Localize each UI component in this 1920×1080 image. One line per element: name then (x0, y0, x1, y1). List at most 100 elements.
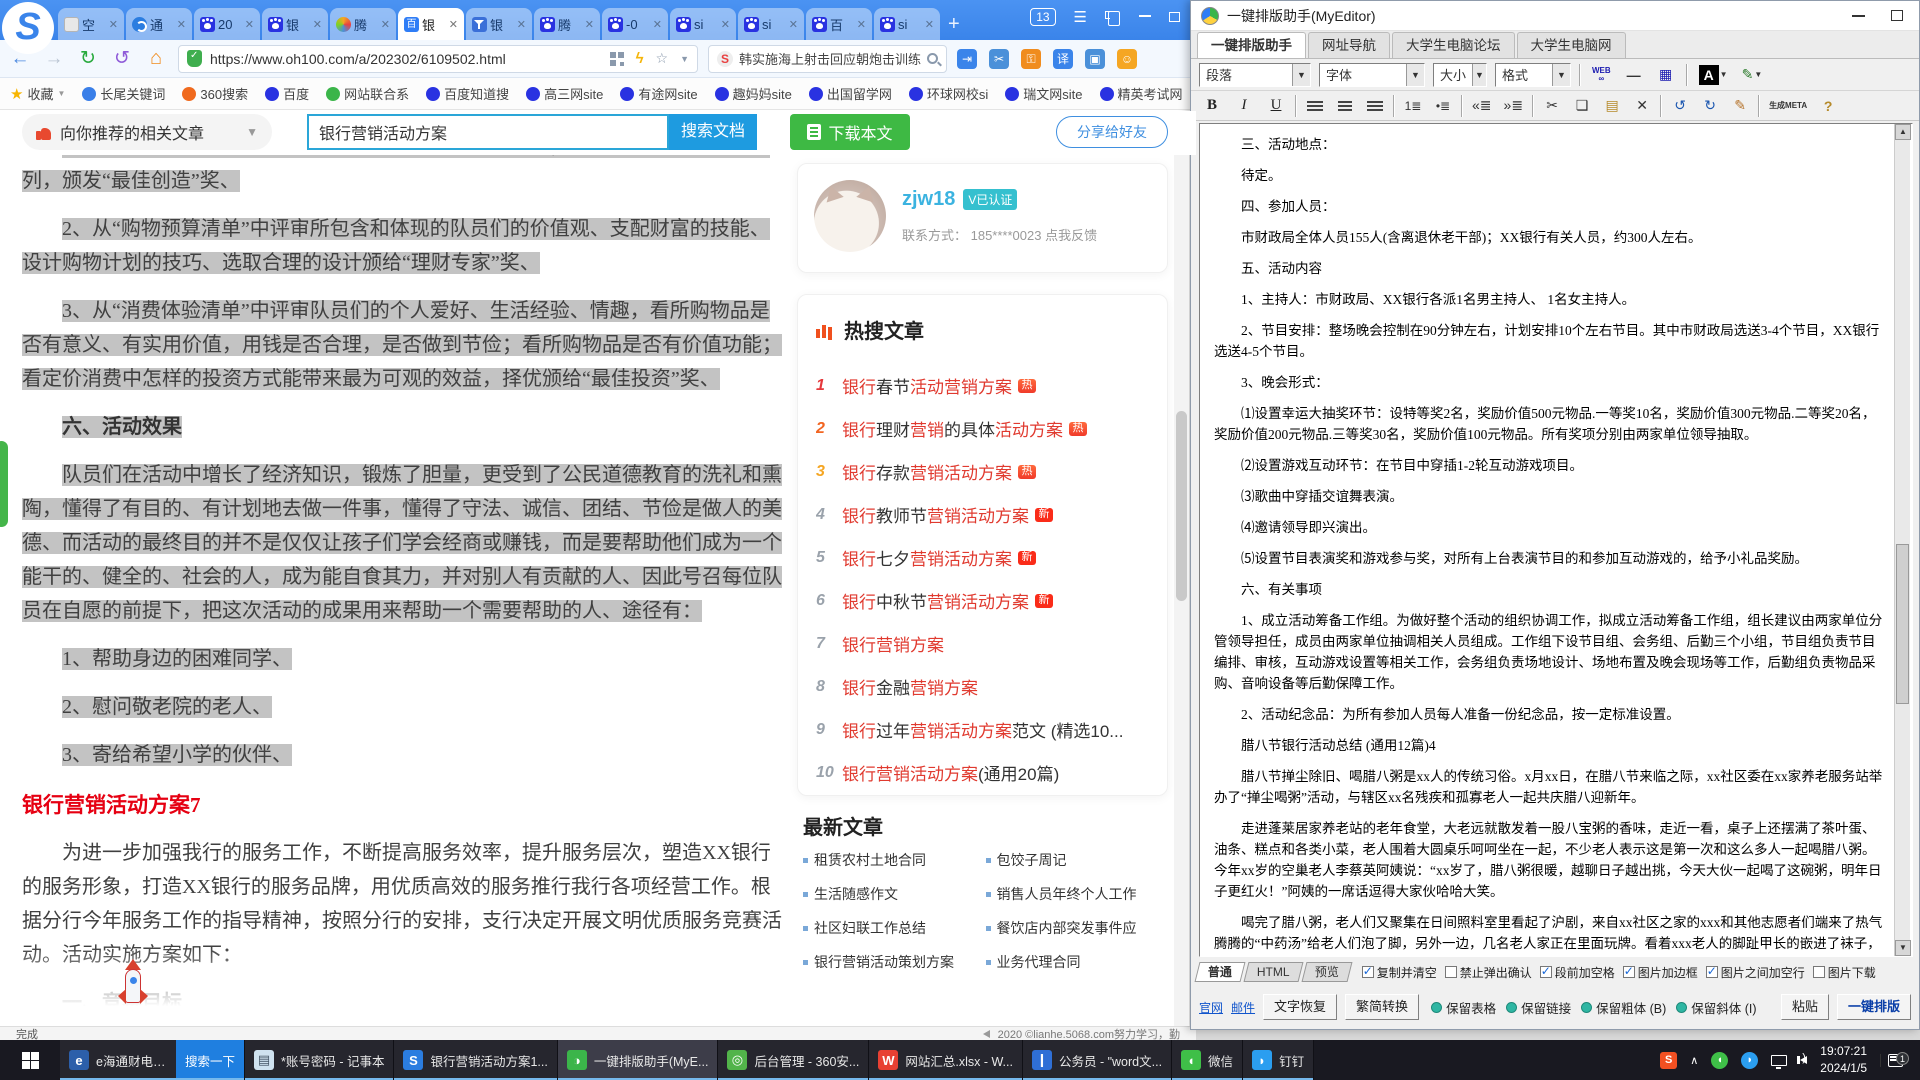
link-官网[interactable]: 官网 (1199, 999, 1223, 1016)
editor-content[interactable]: 三、活动地点：待定。四、参加人员：市财政局全体人员155人(含离退休老干部)；X… (1199, 123, 1913, 957)
taskbar-search-button[interactable]: 搜索一下 (176, 1040, 244, 1080)
tab-close-icon[interactable]: ✕ (313, 18, 322, 31)
bookmark-item-8[interactable]: 趣妈妈site (715, 84, 792, 103)
editor-paragraph[interactable]: ⑶歌曲中穿插交谊舞表演。 (1214, 486, 1888, 507)
avatar[interactable] (814, 180, 886, 252)
myeditor-tab-2[interactable]: 网址导航 (1308, 32, 1390, 58)
browser-tab-4[interactable]: 银✕ (262, 8, 328, 40)
cut-icon[interactable]: ✂ (1540, 94, 1564, 118)
tab-close-icon[interactable]: ✕ (381, 18, 390, 31)
browser-tab-1[interactable]: 空✕ (58, 8, 124, 40)
hot-article-item-2[interactable]: 2银行理财营销的具体活动方案热 (816, 407, 1149, 450)
forward-button[interactable]: → (42, 48, 66, 70)
unordered-list-icon[interactable]: •≣ (1431, 94, 1455, 118)
tab-close-icon[interactable]: ✕ (517, 18, 526, 31)
link-邮件[interactable]: 邮件 (1231, 999, 1255, 1016)
start-button[interactable] (0, 1040, 60, 1080)
button-繁简转换[interactable]: 繁简转换 (1345, 994, 1419, 1020)
tab-close-icon[interactable]: ✕ (585, 18, 594, 31)
editor-paragraph[interactable]: 喝完了腊八粥，老人们又聚集在日间照料室里看起了沪剧，来自xx社区之家的xxx和其… (1214, 912, 1888, 957)
bookmark-item-11[interactable]: 瑞文网site (1005, 84, 1082, 103)
editor-paragraph[interactable]: 五、活动内容 (1214, 258, 1888, 279)
hot-article-item-3[interactable]: 3银行存款营销活动方案热 (816, 450, 1149, 493)
browser-tab-7[interactable]: 银✕ (466, 8, 532, 40)
side-float-widget[interactable] (0, 441, 8, 527)
redo-icon[interactable]: ↻ (1698, 94, 1722, 118)
url-text[interactable]: https://www.oh100.com/a/202302/6109502.h… (210, 51, 602, 67)
tab-close-icon[interactable]: ✕ (245, 18, 254, 31)
table-icon[interactable]: ▦ (1654, 63, 1678, 87)
hot-article-item-5[interactable]: 5银行七夕营销活动方案新 (816, 536, 1149, 579)
editor-paragraph[interactable]: ⑴设置幸运大抽奖环节：设特等奖2名，奖励价值500元物品.一等奖10名，奖励价值… (1214, 403, 1888, 445)
chevron-down-icon[interactable]: ▼ (1552, 64, 1570, 86)
taskbar-item-6[interactable]: W网站汇总.xlsx - W... (869, 1040, 1023, 1080)
checkbox-box-icon[interactable] (1623, 966, 1635, 978)
latest-article-link[interactable]: 销售人员年终个人工作 (986, 884, 1169, 904)
editor-paragraph[interactable]: ⑸设置节目表演奖和游戏参与奖，对所有上台表演节目的和参加互动游戏的，给予小礼品奖… (1214, 548, 1888, 569)
generate-meta-button[interactable]: 生成META (1766, 94, 1810, 118)
doc-search-button[interactable]: 搜索文档 (669, 114, 757, 150)
browser-tab-13[interactable]: si✕ (874, 8, 940, 40)
hot-article-item-8[interactable]: 8银行金融营销方案 (816, 665, 1149, 708)
clipboard-icon[interactable]: ▣ (1085, 49, 1105, 69)
editor-paragraph[interactable]: 三、活动地点： (1214, 134, 1888, 155)
hot-article-item-9[interactable]: 9银行过年营销活动方案范文 (精选10... (816, 708, 1149, 751)
quick-search-field[interactable]: S 韩实施海上射击回应朝炮击训练 (708, 45, 947, 73)
checkbox-2[interactable]: 禁止弹出确认 (1445, 964, 1532, 981)
tab-close-icon[interactable]: ✕ (177, 18, 186, 31)
checkbox-box-icon[interactable] (1362, 966, 1374, 978)
checkbox-box-icon[interactable] (1445, 966, 1457, 978)
keep-option-4[interactable]: 保留斜体 (I) (1676, 998, 1756, 1017)
web-link-icon[interactable]: WEB∞ (1589, 63, 1614, 87)
one-click-format-button[interactable]: 一键排版 (1837, 994, 1911, 1020)
tray-expand-icon[interactable]: ∧ (1690, 1054, 1698, 1067)
dingtalk-tray-icon[interactable]: ◗ (1741, 1052, 1758, 1069)
doc-search-input[interactable]: 银行营销活动方案 (307, 114, 669, 150)
hot-article-item-4[interactable]: 4银行教师节营销活动方案新 (816, 493, 1149, 536)
keep-option-1[interactable]: 保留表格 (1431, 998, 1496, 1017)
editor-scrollbar[interactable]: ▲ ▼ (1894, 124, 1910, 956)
myeditor-title-bar[interactable]: 一键排版助手(MyEditor) (1191, 1, 1919, 31)
checkbox-6[interactable]: 图片下载 (1813, 964, 1876, 981)
view-tab-预览[interactable]: 预览 (1301, 962, 1352, 982)
highlight-pen-icon[interactable]: ✎▼ (1739, 63, 1766, 87)
lightning-icon[interactable]: ϟ (636, 50, 644, 67)
browser-tab-5[interactable]: 腾✕ (330, 8, 396, 40)
view-tab-普通[interactable]: 普通 (1195, 962, 1246, 982)
browser-tab-9[interactable]: -0✕ (602, 8, 668, 40)
security-shield-icon[interactable] (187, 50, 202, 67)
scroll-up-icon[interactable]: ▲ (1895, 124, 1911, 140)
editor-paragraph[interactable]: 待定。 (1214, 165, 1888, 186)
browser-tab-8[interactable]: 腾✕ (534, 8, 600, 40)
taskbar-item-3[interactable]: S银行营销活动方案1... (394, 1040, 557, 1080)
editor-paragraph[interactable]: 腊八节银行活动总结 (通用12篇)4 (1214, 735, 1888, 756)
star-dropdown-icon[interactable]: ▼ (680, 54, 689, 64)
undo-nav-button[interactable]: ↺ (110, 47, 134, 70)
latest-article-link[interactable]: 社区妇联工作总结 (803, 918, 986, 938)
taskbar-item-1[interactable]: ee海通财电脑版电脑...搜索一下 (60, 1040, 245, 1080)
sogou-tray-icon[interactable]: S (1660, 1052, 1677, 1069)
hot-article-item-1[interactable]: 1银行春节活动营销方案热 (816, 364, 1149, 407)
bookmark-item-2[interactable]: 360搜索 (182, 84, 248, 103)
paragraph-style-select[interactable]: 段落▼ (1199, 63, 1311, 87)
tab-count-badge[interactable]: 13 (1030, 8, 1055, 26)
skin-icon[interactable] (1105, 11, 1121, 24)
checkbox-3[interactable]: 段前加空格 (1540, 964, 1615, 981)
refresh-button[interactable]: ↻ (76, 47, 100, 70)
bookmark-item-7[interactable]: 有途网site (620, 84, 697, 103)
tab-close-icon[interactable]: ✕ (857, 18, 866, 31)
wechat-tray-icon[interactable]: ◖ (1711, 1052, 1728, 1069)
latest-article-link[interactable]: 业务代理合同 (986, 952, 1169, 972)
taskbar-item-5[interactable]: ◎后台管理 - 360安... (718, 1040, 869, 1080)
indent-icon[interactable]: »≣ (1501, 94, 1527, 118)
scrollbar-thumb[interactable] (1176, 411, 1187, 601)
sogou-logo-icon[interactable]: S (2, 2, 54, 54)
latest-article-link[interactable]: 餐饮店内部突发事件应 (986, 918, 1169, 938)
tab-close-icon[interactable]: ✕ (109, 18, 118, 31)
home-button[interactable]: ⌂ (144, 47, 168, 70)
enter-icon[interactable]: ⇥ (957, 49, 977, 69)
align-center-icon[interactable] (1333, 94, 1357, 118)
bookmark-item-12[interactable]: 精英考试网 (1100, 84, 1183, 103)
bookmark-item-4[interactable]: 网站联合系 (326, 84, 409, 103)
editor-paragraph[interactable]: ⑵设置游戏互动环节：在节目中穿插1-2轮互动游戏项目。 (1214, 455, 1888, 476)
